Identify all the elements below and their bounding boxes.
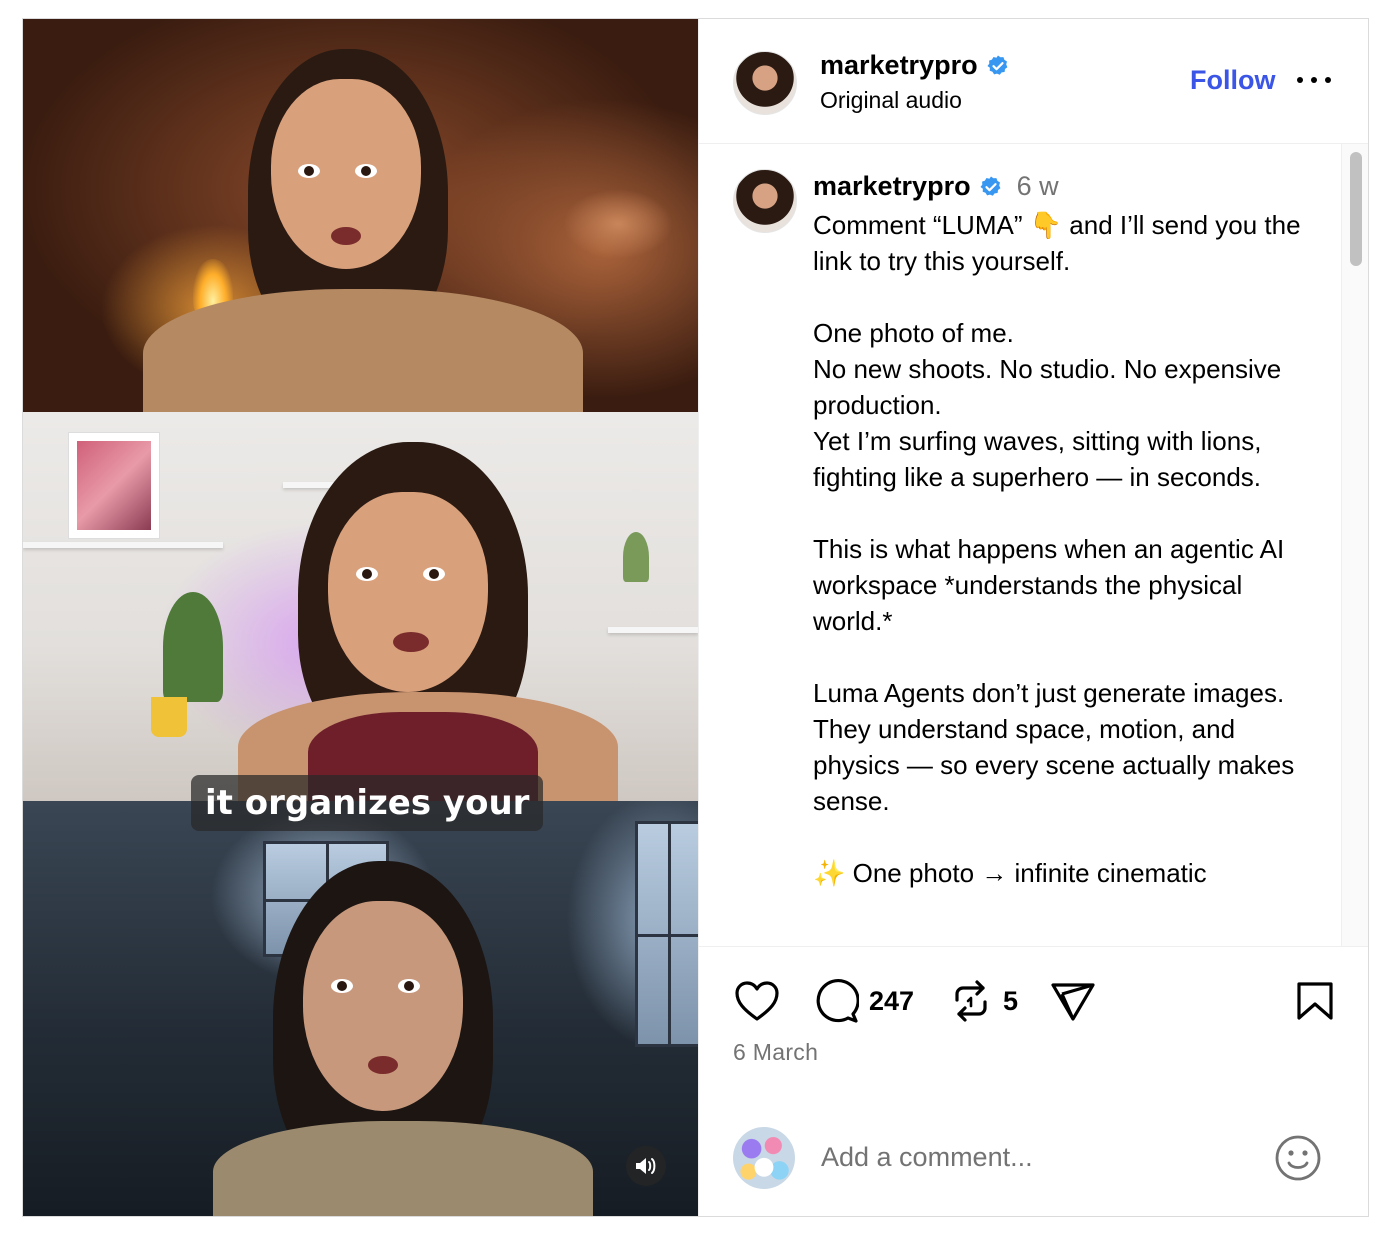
- share-button[interactable]: [1049, 979, 1097, 1023]
- caption-text: Comment “LUMA” 👇 and I’ll send you the l…: [813, 207, 1323, 891]
- save-button[interactable]: [1295, 980, 1335, 1022]
- add-comment-section: [699, 1113, 1368, 1203]
- speech-bubble-icon: [816, 979, 859, 1023]
- ellipsis-icon: [1297, 77, 1303, 83]
- comment-input[interactable]: [821, 1137, 1241, 1177]
- heart-icon: [735, 981, 779, 1021]
- post-modal: it organizes your marketrypro Original a…: [22, 18, 1369, 1217]
- caption-line: This is what happens when an agentic AI …: [813, 534, 1285, 636]
- comment-button[interactable]: 247: [813, 978, 914, 1024]
- action-bar: 247 5: [699, 947, 1368, 1037]
- like-button[interactable]: [733, 979, 781, 1023]
- caption-line: Comment “LUMA” 👇 and I’ll send you the l…: [813, 210, 1301, 276]
- author-avatar[interactable]: [733, 51, 797, 115]
- wall-art: [68, 432, 160, 539]
- emoji-button[interactable]: [1274, 1134, 1322, 1182]
- caption-line: [813, 639, 1323, 675]
- window: [635, 821, 698, 1047]
- video-subtitle: it organizes your: [191, 775, 544, 831]
- caption-line: [813, 819, 1323, 855]
- verified-badge-icon: [980, 176, 1000, 196]
- post-time-ago[interactable]: 6 w: [1017, 171, 1059, 202]
- sound-toggle-button[interactable]: [626, 1146, 666, 1186]
- repost-icon: [955, 980, 987, 1022]
- speaker-icon: [636, 1158, 656, 1174]
- caption-username[interactable]: marketrypro: [813, 171, 971, 202]
- caption-line: They understand space, motion, and physi…: [813, 714, 1295, 816]
- repost-button[interactable]: 5: [949, 978, 1018, 1024]
- post-video[interactable]: it organizes your: [23, 19, 698, 1216]
- person-haunted: [213, 861, 613, 1216]
- post-header: marketrypro Original audio Follow: [699, 19, 1368, 144]
- follow-button[interactable]: Follow: [1190, 65, 1275, 96]
- caption-line: [813, 279, 1323, 315]
- video-frame-haunted: [23, 801, 698, 1216]
- verified-badge-icon: [987, 55, 1007, 75]
- video-frame-cave: [23, 19, 698, 412]
- smiley-icon: [1275, 1135, 1321, 1181]
- post-date[interactable]: 6 March: [733, 1039, 818, 1066]
- caption-line: Luma Agents don’t just generate images.: [813, 678, 1285, 708]
- caption-section: marketrypro 6 w Comment “LUMA” 👇 and I’l…: [699, 144, 1368, 947]
- comment-count[interactable]: 247: [869, 986, 914, 1017]
- scrollbar-thumb[interactable]: [1350, 152, 1362, 266]
- paper-plane-icon: [1051, 983, 1095, 1021]
- caption-scrollbar[interactable]: [1341, 144, 1368, 946]
- more-options-button[interactable]: [1297, 65, 1331, 95]
- person-cave: [143, 49, 583, 412]
- caption-line: ✨ One photo → infinite cinematic: [813, 858, 1207, 888]
- audio-label[interactable]: Original audio: [820, 87, 962, 114]
- author-username[interactable]: marketrypro: [820, 50, 1010, 81]
- caption-line: No new shoots. No studio. No expensive p…: [813, 354, 1282, 420]
- caption-header: marketrypro 6 w: [813, 171, 1059, 202]
- post-details-panel: marketrypro Original audio Follow market…: [698, 19, 1368, 1216]
- username-text[interactable]: marketrypro: [820, 50, 978, 81]
- caption-author-avatar[interactable]: [733, 169, 797, 233]
- caption-line: One photo of me.: [813, 318, 1014, 348]
- repost-count[interactable]: 5: [1003, 986, 1018, 1017]
- bookmark-icon: [1297, 982, 1333, 1020]
- current-user-avatar: [733, 1127, 795, 1189]
- video-frame-room: [23, 412, 698, 801]
- cave-painting: [563, 189, 673, 259]
- caption-line: [813, 495, 1323, 531]
- person-room: [238, 442, 638, 801]
- caption-line: Yet I’m surfing waves, sitting with lion…: [813, 426, 1262, 492]
